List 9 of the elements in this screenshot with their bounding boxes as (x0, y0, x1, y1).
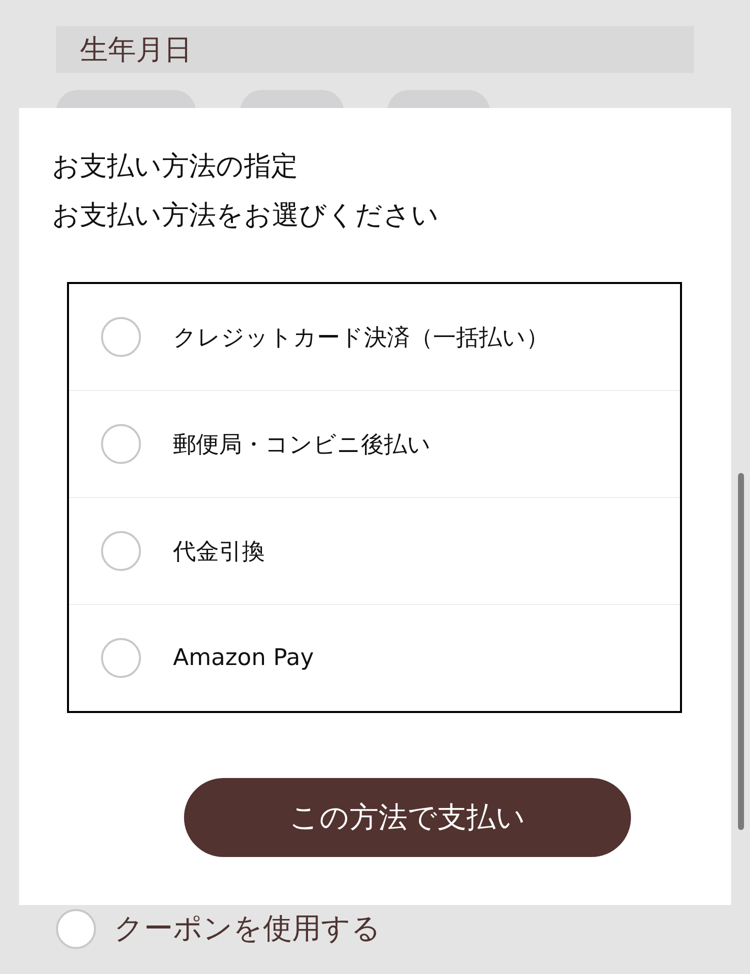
payment-option[interactable]: 郵便局・コンビニ後払い (69, 390, 680, 497)
confirm-button[interactable]: この方法で支払い (184, 778, 631, 857)
coupon-label: クーポンを使用する (114, 910, 381, 947)
birthdate-label: 生年月日 (80, 32, 192, 68)
payment-option[interactable]: Amazon Pay (69, 604, 680, 711)
dialog-title: お支払い方法の指定 (52, 150, 299, 184)
dialog-subtitle: お支払い方法をお選びください (52, 199, 440, 233)
payment-option[interactable]: 代金引換 (69, 497, 680, 604)
payment-option[interactable]: クレジットカード決済（一括払い） (69, 284, 680, 390)
